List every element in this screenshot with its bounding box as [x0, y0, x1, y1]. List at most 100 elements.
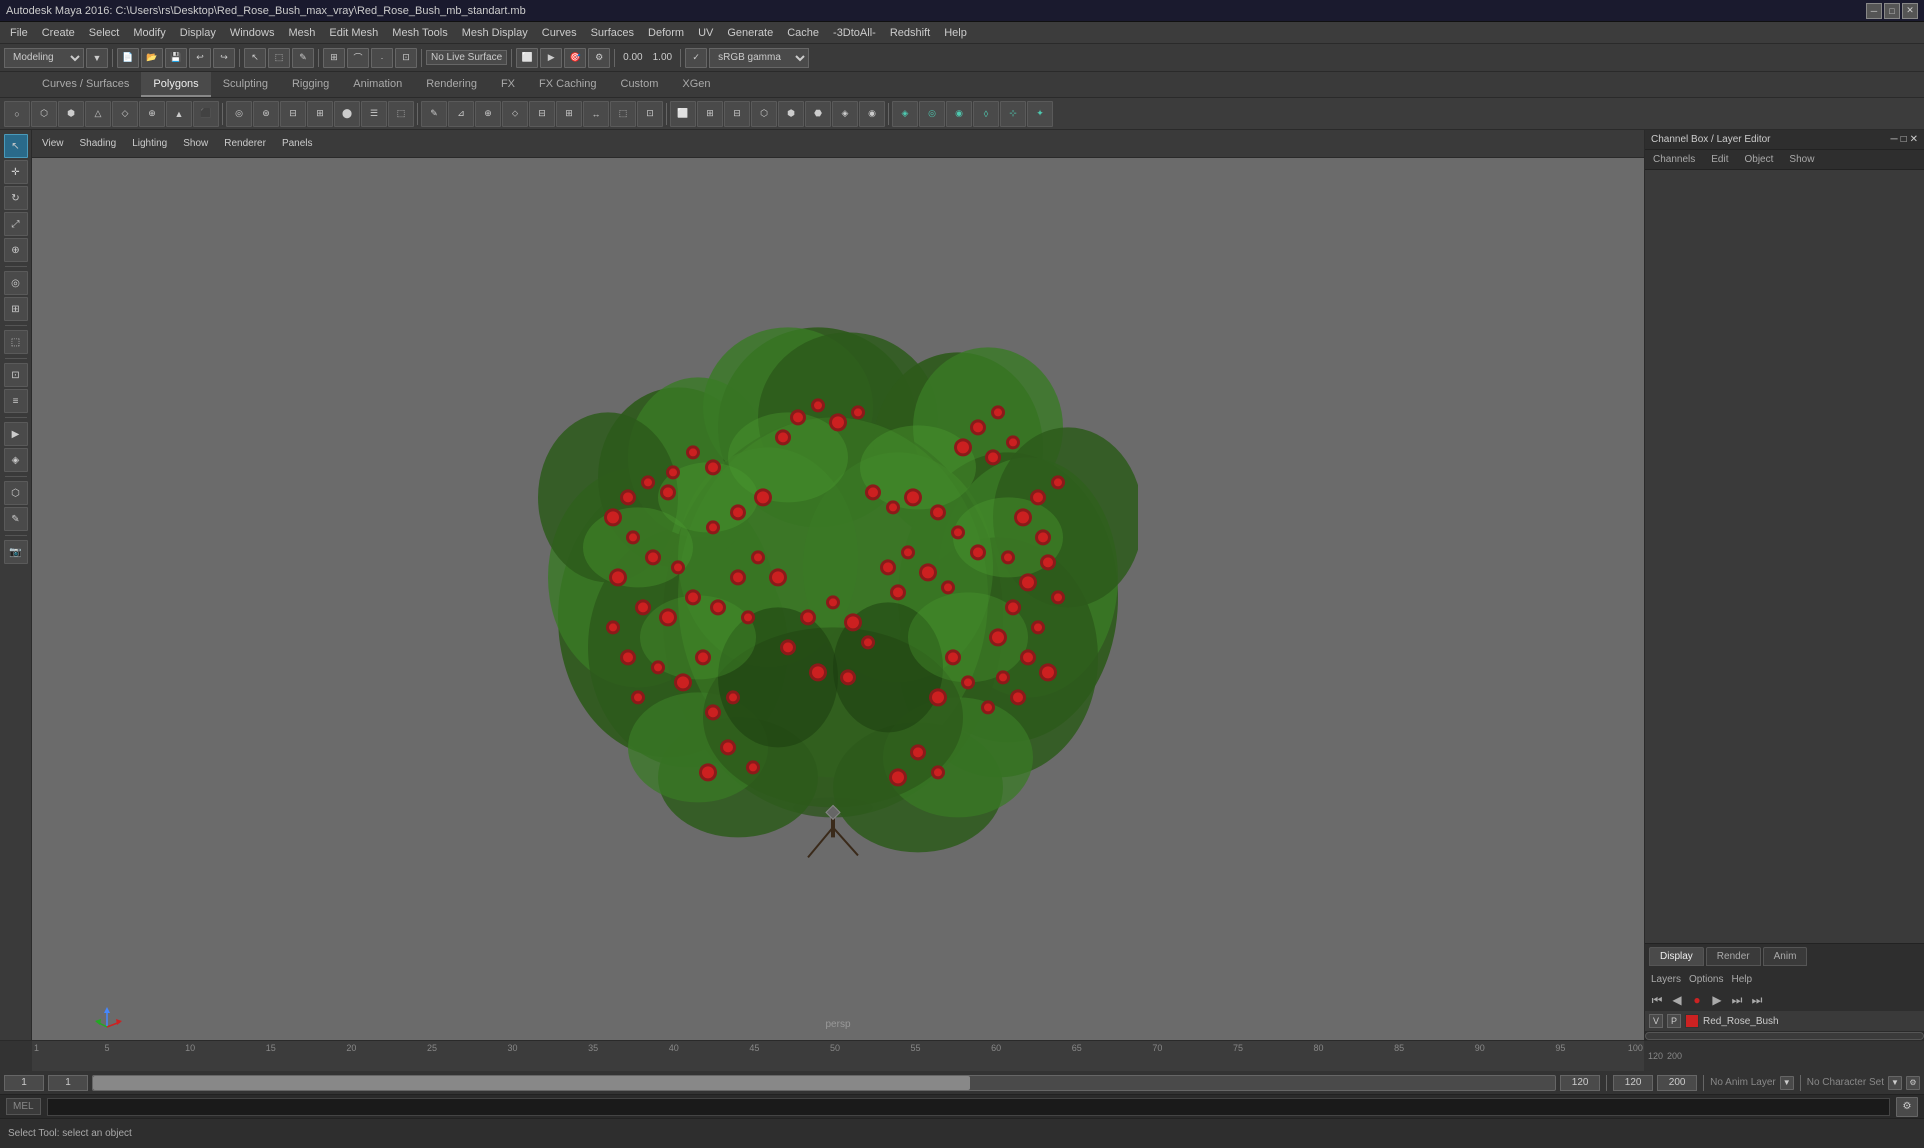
range-slider[interactable] — [92, 1075, 1556, 1091]
layer-color-swatch[interactable] — [1685, 1014, 1699, 1028]
range-start-input[interactable] — [4, 1075, 44, 1091]
viewport[interactable]: View Shading Lighting Show Renderer Pane… — [32, 130, 1644, 1040]
rb-tab-render[interactable]: Render — [1706, 947, 1761, 966]
vp-menu-lighting[interactable]: Lighting — [128, 136, 171, 151]
snap-point-btn[interactable]: · — [371, 48, 393, 68]
range-current-input[interactable] — [48, 1075, 88, 1091]
rb-subtab-options[interactable]: Options — [1689, 974, 1723, 985]
range-settings-btn[interactable]: ⚙ — [1906, 1076, 1920, 1090]
undo-btn[interactable]: ↩ — [189, 48, 211, 68]
layer-prev-btn[interactable]: ◀ — [1669, 993, 1685, 1007]
shelf-icon-27[interactable]: ⊟ — [724, 101, 750, 127]
render-btn[interactable]: ▶ — [540, 48, 562, 68]
shelf-icon-12[interactable]: ⊞ — [307, 101, 333, 127]
new-file-btn[interactable]: 📄 — [117, 48, 139, 68]
shelf-icon-15[interactable]: ⬚ — [388, 101, 414, 127]
select-btn[interactable]: ↖ — [244, 48, 266, 68]
menu-edit-mesh[interactable]: Edit Mesh — [323, 25, 384, 41]
shelf-icon-20[interactable]: ⊟ — [529, 101, 555, 127]
layer-rewind-btn[interactable]: ⏮ — [1649, 993, 1665, 1008]
char-set-btn[interactable]: ▼ — [1888, 1076, 1902, 1090]
tab-custom[interactable]: Custom — [609, 72, 671, 97]
menu-mesh[interactable]: Mesh — [282, 25, 321, 41]
menu-deform[interactable]: Deform — [642, 25, 690, 41]
shelf-icon-38[interactable]: ✦ — [1027, 101, 1053, 127]
menu-create[interactable]: Create — [36, 25, 81, 41]
hypershade-btn[interactable]: ◈ — [4, 448, 28, 472]
menu-cache[interactable]: Cache — [781, 25, 825, 41]
tab-fx[interactable]: FX — [489, 72, 527, 97]
shelf-icon-34[interactable]: ◎ — [919, 101, 945, 127]
shelf-icon-10[interactable]: ⊛ — [253, 101, 279, 127]
vp-menu-shading[interactable]: Shading — [76, 136, 121, 151]
rb-tab-display[interactable]: Display — [1649, 947, 1704, 966]
shelf-icon-24[interactable]: ⊡ — [637, 101, 663, 127]
shelf-icon-14[interactable]: ☰ — [361, 101, 387, 127]
paint-btn[interactable]: ✎ — [4, 507, 28, 531]
menu-surfaces[interactable]: Surfaces — [585, 25, 640, 41]
layer-record-btn[interactable]: ● — [1689, 993, 1705, 1007]
no-live-surface-label[interactable]: No Live Surface — [426, 50, 507, 65]
redo-btn[interactable]: ↪ — [213, 48, 235, 68]
layer-visible-btn[interactable]: V — [1649, 1014, 1663, 1028]
toolbar-icon-1[interactable]: ▼ — [86, 48, 108, 68]
snap-curve-btn[interactable]: ⌒ — [347, 48, 369, 68]
menu-modify[interactable]: Modify — [127, 25, 171, 41]
mel-label[interactable]: MEL — [6, 1098, 41, 1115]
tab-animation[interactable]: Animation — [341, 72, 414, 97]
cmd-run-btn[interactable]: ⚙ — [1896, 1097, 1918, 1117]
cb-minimize-btn[interactable]: ─ — [1890, 134, 1897, 145]
close-button[interactable]: ✕ — [1902, 3, 1918, 19]
layer-end-btn[interactable]: ⏭ — [1749, 993, 1765, 1008]
range-end-input[interactable] — [1560, 1075, 1600, 1091]
gamma-checkbox[interactable]: ✓ — [685, 48, 707, 68]
open-btn[interactable]: 📂 — [141, 48, 163, 68]
shelf-icon-23[interactable]: ⬚ — [610, 101, 636, 127]
command-input[interactable] — [47, 1098, 1890, 1116]
select-tool-btn[interactable]: ↖ — [4, 134, 28, 158]
anim-layer-btn[interactable]: ▼ — [1780, 1076, 1794, 1090]
menu-mesh-tools[interactable]: Mesh Tools — [386, 25, 453, 41]
tab-fx-caching[interactable]: FX Caching — [527, 72, 608, 97]
vp-menu-view[interactable]: View — [38, 136, 68, 151]
rb-tab-anim[interactable]: Anim — [1763, 947, 1808, 966]
menu-redshift[interactable]: Redshift — [884, 25, 936, 41]
menu-windows[interactable]: Windows — [224, 25, 281, 41]
menu-uv[interactable]: UV — [692, 25, 719, 41]
render-settings-btn[interactable]: ⚙ — [588, 48, 610, 68]
shelf-icon-32[interactable]: ◉ — [859, 101, 885, 127]
rb-subtab-help[interactable]: Help — [1731, 974, 1752, 985]
maximize-button[interactable]: □ — [1884, 3, 1900, 19]
range-max-input[interactable] — [1613, 1075, 1653, 1091]
vp-menu-renderer[interactable]: Renderer — [220, 136, 270, 151]
cb-float-btn[interactable]: □ — [1901, 134, 1907, 145]
menu-select[interactable]: Select — [83, 25, 126, 41]
tab-rendering[interactable]: Rendering — [414, 72, 489, 97]
right-scrollbar-track[interactable] — [1645, 1032, 1924, 1040]
shelf-icon-4[interactable]: △ — [85, 101, 111, 127]
scale-tool-btn[interactable]: ⤢ — [4, 212, 28, 236]
shelf-icon-33[interactable]: ◈ — [892, 101, 918, 127]
workspace-selector[interactable]: Modeling — [4, 48, 84, 68]
layer-next-btn[interactable]: ▶ — [1709, 993, 1725, 1007]
cb-tab-channels[interactable]: Channels — [1649, 152, 1699, 167]
menu-mesh-display[interactable]: Mesh Display — [456, 25, 534, 41]
shelf-icon-3[interactable]: ⬢ — [58, 101, 84, 127]
cb-tab-show[interactable]: Show — [1785, 152, 1818, 167]
shelf-icon-16[interactable]: ✎ — [421, 101, 447, 127]
vp-menu-show[interactable]: Show — [179, 136, 212, 151]
show-manip-btn[interactable]: ⊞ — [4, 297, 28, 321]
save-btn[interactable]: 💾 — [165, 48, 187, 68]
paint-sel-btn[interactable]: ✎ — [292, 48, 314, 68]
ipr-btn[interactable]: 🎯 — [564, 48, 586, 68]
shelf-icon-6[interactable]: ⊕ — [139, 101, 165, 127]
menu-file[interactable]: File — [4, 25, 34, 41]
shelf-icon-7[interactable]: ▲ — [166, 101, 192, 127]
cb-tab-edit[interactable]: Edit — [1707, 152, 1732, 167]
layer-pickable-btn[interactable]: P — [1667, 1014, 1681, 1028]
rotate-tool-btn[interactable]: ↻ — [4, 186, 28, 210]
shelf-icon-29[interactable]: ⬢ — [778, 101, 804, 127]
camera-icon-btn[interactable]: 📷 — [4, 540, 28, 564]
tab-sculpting[interactable]: Sculpting — [211, 72, 280, 97]
lasso-btn[interactable]: ⬚ — [268, 48, 290, 68]
